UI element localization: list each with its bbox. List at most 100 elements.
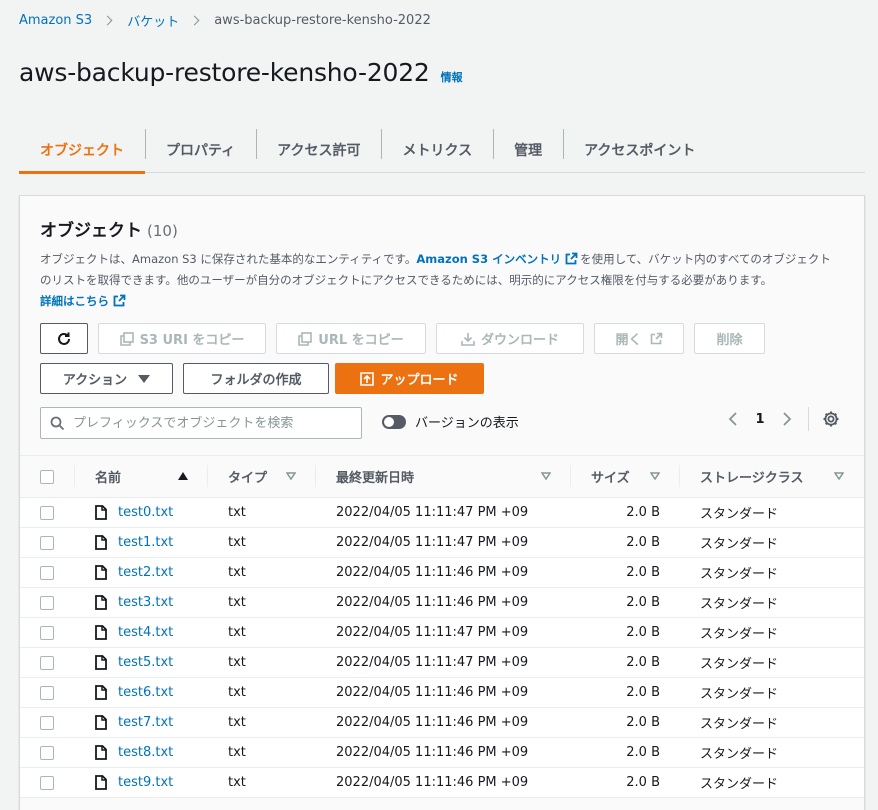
- learn-more-link[interactable]: 詳細はこちら: [40, 294, 128, 308]
- size-cell: 2.0 B: [626, 505, 660, 520]
- size-cell: 2.0 B: [626, 565, 660, 580]
- size-cell: 2.0 B: [626, 775, 660, 790]
- download-button[interactable]: ダウンロード: [436, 323, 584, 354]
- page-header: aws-backup-restore-kensho-2022 情報: [19, 58, 463, 87]
- object-name-link[interactable]: test2.txt: [118, 565, 173, 580]
- objects-panel: オブジェクト (10) オブジェクトは、Amazon S3 に保存された基本的な…: [19, 195, 865, 810]
- table-row[interactable]: test7.txt txt 2022/04/05 11:11:46 PM +09…: [20, 708, 864, 738]
- last-modified-cell: 2022/04/05 11:11:47 PM +09: [336, 655, 529, 670]
- refresh-button[interactable]: [40, 323, 88, 354]
- object-name-link[interactable]: test8.txt: [118, 745, 173, 760]
- row-checkbox[interactable]: [40, 595, 54, 610]
- description-text: オブジェクトは、Amazon S3 に保存された基本的なエンティティです。: [40, 252, 417, 266]
- object-name-link[interactable]: test3.txt: [118, 595, 173, 610]
- copy-url-button[interactable]: URL をコピー: [276, 323, 426, 354]
- copy-s3-uri-button[interactable]: S3 URI をコピー: [98, 323, 266, 354]
- name-cell: test0.txt: [75, 498, 208, 528]
- tab-permissions[interactable]: アクセス許可: [256, 127, 381, 173]
- object-name-link[interactable]: test1.txt: [118, 535, 173, 550]
- name-cell: test8.txt: [75, 738, 208, 768]
- actions-dropdown[interactable]: アクション: [40, 363, 173, 394]
- upload-icon: [360, 371, 375, 386]
- type-cell: txt: [228, 535, 246, 550]
- storage-class-cell: スタンダード: [700, 747, 779, 762]
- file-icon: [95, 565, 107, 580]
- open-button[interactable]: 開く: [594, 323, 684, 354]
- size-cell: 2.0 B: [626, 685, 660, 700]
- sort-icon: [541, 472, 551, 480]
- inventory-link[interactable]: Amazon S3 インベントリ: [416, 252, 580, 266]
- object-name-link[interactable]: test9.txt: [118, 775, 173, 790]
- storage-class-cell: スタンダード: [700, 597, 779, 612]
- breadcrumb-amazon-s3[interactable]: Amazon S3: [19, 13, 92, 28]
- search-box: [40, 407, 362, 439]
- tab-properties[interactable]: プロパティ: [145, 127, 256, 173]
- type-cell: txt: [228, 775, 246, 790]
- delete-label: 削除: [716, 333, 743, 348]
- header-select-all: [20, 455, 75, 498]
- last-modified-cell: 2022/04/05 11:11:47 PM +09: [336, 505, 529, 520]
- header-storage-class[interactable]: ストレージクラス: [680, 455, 864, 498]
- name-cell: test7.txt: [75, 708, 208, 738]
- row-checkbox[interactable]: [40, 775, 54, 790]
- header-size[interactable]: サイズ: [571, 455, 680, 498]
- search-icon: [50, 416, 65, 430]
- row-checkbox[interactable]: [40, 565, 54, 580]
- create-folder-button[interactable]: フォルダの作成: [183, 363, 329, 394]
- download-label: ダウンロード: [480, 333, 559, 348]
- object-name-link[interactable]: test7.txt: [118, 715, 173, 730]
- row-checkbox[interactable]: [40, 535, 54, 550]
- table-row[interactable]: test8.txt txt 2022/04/05 11:11:46 PM +09…: [20, 738, 864, 768]
- next-page-button[interactable]: [776, 412, 798, 426]
- row-checkbox[interactable]: [40, 655, 54, 670]
- breadcrumb-buckets[interactable]: バケット: [127, 11, 179, 30]
- object-name-link[interactable]: test6.txt: [118, 685, 173, 700]
- table-header: 名前 タイプ 最終更新日時 サイズ ストレージクラス: [20, 455, 864, 498]
- info-link[interactable]: 情報: [441, 69, 463, 85]
- table-row[interactable]: test9.txt txt 2022/04/05 11:11:46 PM +09…: [20, 768, 864, 798]
- row-select-cell: [20, 558, 75, 588]
- object-name-link[interactable]: test4.txt: [118, 625, 173, 640]
- table-row[interactable]: test5.txt txt 2022/04/05 11:11:47 PM +09…: [20, 648, 864, 678]
- row-checkbox[interactable]: [40, 745, 54, 760]
- header-storage-class-label: ストレージクラス: [700, 471, 804, 486]
- file-icon: [95, 775, 107, 790]
- table-row[interactable]: test1.txt txt 2022/04/05 11:11:47 PM +09…: [20, 528, 864, 558]
- row-checkbox[interactable]: [40, 685, 54, 700]
- name-cell: test2.txt: [75, 558, 208, 588]
- previous-page-button[interactable]: [722, 412, 744, 426]
- object-name-link[interactable]: test5.txt: [118, 655, 173, 670]
- object-name-link[interactable]: test0.txt: [118, 505, 173, 520]
- storage-class-cell: スタンダード: [700, 687, 779, 702]
- table-row[interactable]: test2.txt txt 2022/04/05 11:11:46 PM +09…: [20, 558, 864, 588]
- table-row[interactable]: test0.txt txt 2022/04/05 11:11:47 PM +09…: [20, 498, 864, 528]
- select-all-checkbox[interactable]: [40, 469, 54, 484]
- panel-description: オブジェクトは、Amazon S3 に保存された基本的なエンティティです。Ama…: [40, 249, 840, 312]
- file-icon: [95, 655, 107, 670]
- delete-button[interactable]: 削除: [694, 323, 765, 354]
- tab-access-points[interactable]: アクセスポイント: [563, 127, 716, 173]
- header-last-modified[interactable]: 最終更新日時: [316, 455, 571, 498]
- row-checkbox[interactable]: [40, 715, 54, 730]
- size-cell: 2.0 B: [626, 625, 660, 640]
- tab-objects[interactable]: オブジェクト: [19, 127, 145, 174]
- tab-metrics[interactable]: メトリクス: [381, 127, 493, 173]
- tab-management[interactable]: 管理: [493, 127, 563, 173]
- upload-button[interactable]: アップロード: [335, 363, 484, 394]
- toggle-switch[interactable]: [382, 414, 406, 429]
- tab-bar: オブジェクト プロパティ アクセス許可 メトリクス 管理 アクセスポイント: [19, 127, 865, 174]
- header-type[interactable]: タイプ: [208, 455, 316, 498]
- table-row[interactable]: test4.txt txt 2022/04/05 11:11:47 PM +09…: [20, 618, 864, 648]
- file-icon: [95, 595, 107, 610]
- preferences-button[interactable]: [822, 410, 840, 428]
- search-input[interactable]: [73, 415, 343, 431]
- last-modified-cell: 2022/04/05 11:11:47 PM +09: [336, 625, 529, 640]
- storage-class-cell: スタンダード: [700, 657, 779, 672]
- row-checkbox[interactable]: [40, 505, 54, 520]
- table-row[interactable]: test6.txt txt 2022/04/05 11:11:46 PM +09…: [20, 678, 864, 708]
- header-name[interactable]: 名前: [75, 455, 208, 498]
- table-row[interactable]: test3.txt txt 2022/04/05 11:11:46 PM +09…: [20, 588, 864, 618]
- page-number[interactable]: 1: [744, 412, 776, 427]
- name-cell: test6.txt: [75, 678, 208, 708]
- row-checkbox[interactable]: [40, 625, 54, 640]
